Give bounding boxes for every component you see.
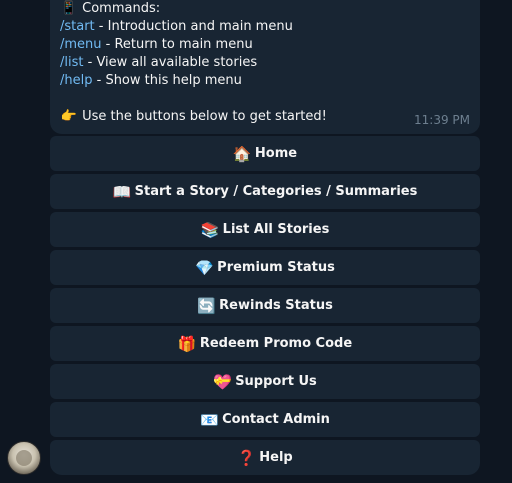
support-us-button[interactable]: 💝 Support Us [50, 364, 480, 399]
gift-heart-icon: 💝 [213, 372, 232, 391]
redeem-promo-button[interactable]: 🎁 Redeem Promo Code [50, 326, 480, 361]
redeem-promo-button-label: Redeem Promo Code [199, 336, 353, 351]
chat-view: 📱 Commands: /start - Introduction and ma… [0, 0, 512, 483]
home-button-label: Home [254, 146, 298, 161]
footer-text: Use the buttons below to get started! [82, 109, 327, 124]
command-description: - Introduction and main menu [94, 19, 293, 34]
message-time: 11:39 PM [414, 113, 470, 127]
command-line: /list - View all available stories [60, 54, 470, 72]
command-line: /start - Introduction and main menu [60, 18, 470, 36]
email-icon: 📧 [200, 410, 219, 429]
command-link-help[interactable]: /help [60, 73, 92, 88]
bot-avatar[interactable] [7, 441, 41, 475]
support-us-button-label: Support Us [235, 374, 317, 389]
premium-status-button[interactable]: 💎 Premium Status [50, 250, 480, 285]
command-link-list[interactable]: /list [60, 55, 83, 70]
bot-message-bubble: 📱 Commands: /start - Introduction and ma… [50, 0, 480, 134]
start-story-button[interactable]: 📖 Start a Story / Categories / Summaries [50, 174, 480, 209]
premium-status-button-label: Premium Status [217, 260, 335, 275]
rewind-arrows-icon: 🔄 [197, 296, 216, 315]
contact-admin-button[interactable]: 📧 Contact Admin [50, 402, 480, 437]
house-icon: 🏠 [232, 144, 252, 163]
contact-admin-button-label: Contact Admin [222, 412, 330, 427]
avatar-emblem [16, 450, 32, 466]
command-link-start[interactable]: /start [60, 19, 95, 34]
list-stories-button-label: List All Stories [222, 222, 330, 237]
question-mark-icon: ❓ [237, 448, 256, 467]
command-line: /help - Show this help menu [60, 72, 470, 90]
books-icon: 📚 [200, 220, 220, 239]
rewinds-status-button-label: Rewinds Status [219, 298, 333, 313]
pointing-hand-icon: 👉 [60, 109, 78, 124]
commands-header: 📱 Commands: [60, 0, 470, 18]
command-description: - Show this help menu [92, 73, 242, 88]
open-book-icon: 📖 [112, 182, 132, 201]
gift-icon: 🎁 [177, 334, 197, 353]
rewinds-status-button[interactable]: 🔄 Rewinds Status [50, 288, 480, 323]
command-description: - View all available stories [83, 55, 258, 70]
footer-line: 👉 Use the buttons below to get started! [60, 108, 470, 126]
gem-icon: 💎 [195, 258, 214, 277]
start-story-button-label: Start a Story / Categories / Summaries [134, 184, 418, 199]
command-link-menu[interactable]: /menu [60, 37, 102, 52]
commands-header-text: Commands: [82, 1, 161, 16]
command-line: /menu - Return to main menu [60, 36, 470, 54]
help-button[interactable]: ❓ Help [50, 440, 480, 475]
inline-keyboard: 🏠 Home 📖 Start a Story / Categories / Summ… [50, 136, 480, 478]
command-description: - Return to main menu [101, 37, 253, 52]
help-button-label: Help [259, 450, 293, 465]
mobile-phone-icon: 📱 [60, 1, 78, 16]
list-stories-button[interactable]: 📚 List All Stories [50, 212, 480, 247]
home-button[interactable]: 🏠 Home [50, 136, 480, 171]
